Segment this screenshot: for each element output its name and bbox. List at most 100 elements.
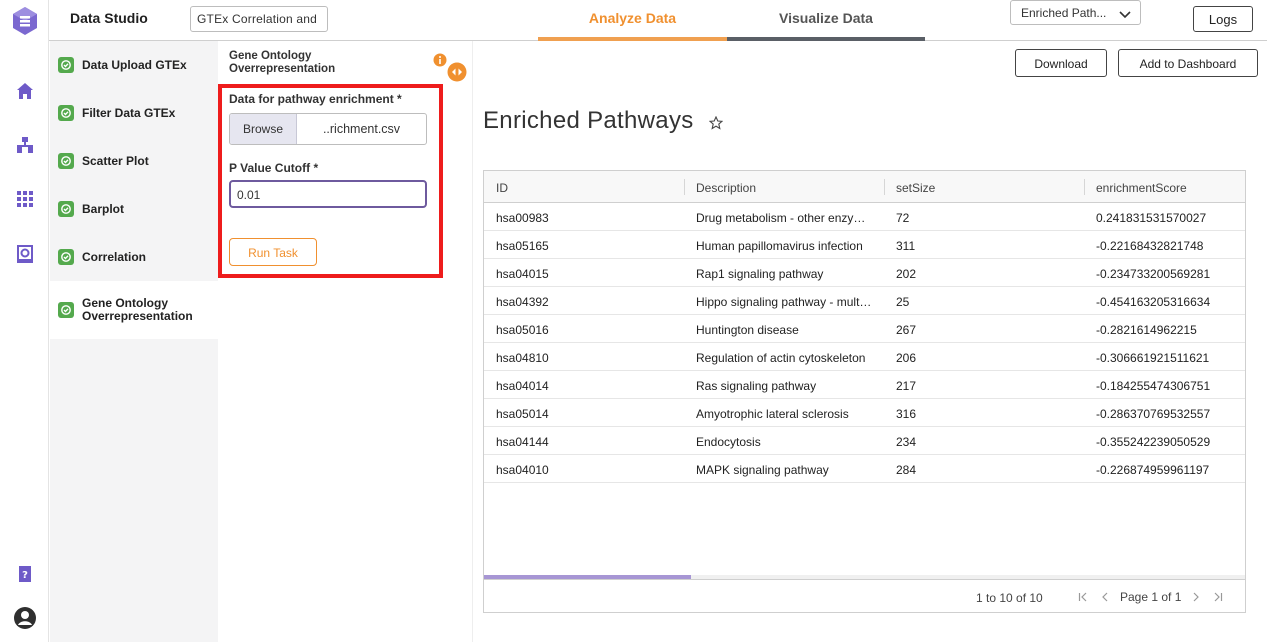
user-icon[interactable] (0, 606, 49, 630)
cell-enrichmentscore: -0.234733200569281 (1096, 267, 1211, 281)
column-header-label: enrichmentScore (1096, 181, 1187, 195)
add-to-dashboard-button[interactable]: Add to Dashboard (1118, 49, 1258, 77)
cell-description: MAPK signaling pathway (696, 463, 829, 477)
step-label: Data Upload GTEx (82, 57, 187, 72)
logo-icon[interactable] (0, 6, 49, 36)
step-item-correlation[interactable]: Correlation (50, 233, 218, 281)
column-header-label: ID (496, 181, 508, 195)
cell-setsize: 206 (896, 351, 917, 365)
cell-description: Regulation of actin cytoskeleton (696, 351, 866, 365)
table-row[interactable]: hsa05014 Amyotrophic lateral sclerosis 316… (484, 399, 1245, 427)
config-panel: Gene Ontology Overrepresentation Data fo… (218, 41, 472, 642)
tab-visualize-data[interactable]: Visualize Data (727, 0, 925, 41)
pagination: Page 1 of 1 (1072, 590, 1229, 604)
cell-id: hsa04015 (496, 267, 549, 281)
logs-button[interactable]: Logs (1193, 6, 1253, 32)
column-header-enrichmentscore[interactable]: enrichmentScore (1084, 171, 1245, 203)
previous-page-icon[interactable] (1094, 592, 1116, 602)
cell-enrichmentscore: -0.184255474306751 (1096, 379, 1211, 393)
app-title: Data Studio (70, 10, 148, 26)
info-icon[interactable] (433, 53, 447, 72)
check-icon (58, 105, 74, 121)
collapse-panel-icon[interactable] (447, 62, 467, 87)
last-page-icon[interactable] (1207, 592, 1229, 602)
cell-description: Endocytosis (696, 435, 761, 449)
cell-enrichmentscore: -0.226874959961197 (1096, 463, 1210, 477)
left-rail: ? (0, 0, 49, 642)
database-icon[interactable] (0, 245, 49, 263)
cell-description: Human papillomavirus infection (696, 239, 863, 253)
step-label: Gene Ontology Overrepresentation (82, 296, 193, 323)
table-row[interactable]: hsa04010 MAPK signaling pathway 284 -0.2268… (484, 455, 1245, 483)
result-select-value: Enriched Path... (1021, 6, 1107, 20)
file-input[interactable]: Browse ..richment.csv (229, 113, 427, 145)
column-header-setsize[interactable]: setSize (884, 171, 1084, 203)
table-row[interactable]: hsa04392 Hippo signaling pathway - multip… (484, 287, 1245, 315)
table-row[interactable]: hsa00983 Drug metabolism - other enzymes 7… (484, 203, 1245, 231)
star-icon[interactable] (708, 115, 724, 135)
step-label: Scatter Plot (82, 153, 149, 168)
cell-id: hsa05016 (496, 323, 549, 337)
table-row[interactable]: hsa05165 Human papillomavirus infection 31… (484, 231, 1245, 259)
cell-description: Ras signaling pathway (696, 379, 817, 393)
help-icon[interactable]: ? (0, 565, 49, 583)
step-label: Barplot (82, 201, 124, 216)
apps-grid-icon[interactable] (0, 190, 49, 208)
column-header-label: setSize (896, 181, 936, 195)
browse-button[interactable]: Browse (230, 114, 297, 144)
check-icon (58, 302, 74, 318)
step-item-gene-ontology[interactable]: Gene Ontology Overrepresentation (50, 281, 218, 339)
project-name-input[interactable]: GTEx Correlation and (190, 6, 328, 32)
cell-setsize: 234 (896, 435, 917, 449)
result-select[interactable]: Enriched Path... (1010, 0, 1141, 25)
table-row[interactable]: hsa04014 Ras signaling pathway 217 -0.18425… (484, 371, 1245, 399)
step-item-data-upload-gtex[interactable]: Data Upload GTEx (50, 41, 218, 89)
table-row[interactable]: hsa04810 Regulation of actin cytoskeleton… (484, 343, 1245, 371)
cell-description: Huntington disease (696, 323, 799, 337)
column-header-description[interactable]: Description (684, 171, 884, 203)
cell-description: Amyotrophic lateral sclerosis (696, 407, 849, 421)
run-task-button[interactable]: Run Task (229, 238, 317, 266)
cell-enrichmentscore: 0.241831531570027 (1096, 211, 1207, 225)
step-item-filter-data-gtex[interactable]: Filter Data GTEx (50, 89, 218, 137)
cell-id: hsa04392 (496, 295, 549, 309)
cell-id: hsa04810 (496, 351, 549, 365)
step-label: Filter Data GTEx (82, 105, 176, 120)
tab-analyze-data[interactable]: Analyze Data (538, 0, 727, 41)
next-page-icon[interactable] (1185, 592, 1207, 602)
chevron-down-icon (1119, 8, 1131, 22)
pvalue-input[interactable]: 0.01 (229, 180, 427, 208)
download-button[interactable]: Download (1015, 49, 1107, 77)
column-header-id[interactable]: ID (484, 171, 684, 203)
svg-text:?: ? (22, 570, 28, 581)
cell-id: hsa05014 (496, 407, 549, 421)
cell-description: Hippo signaling pathway - multiple speci… (696, 295, 884, 309)
check-icon (58, 249, 74, 265)
page-indicator: Page 1 of 1 (1120, 590, 1182, 604)
table-row[interactable]: hsa05016 Huntington disease 267 -0.28216149… (484, 315, 1245, 343)
pvalue-field-label: P Value Cutoff * (229, 161, 319, 175)
top-bar: Data Studio GTEx Correlation and Analyze… (49, 0, 1267, 41)
cell-enrichmentscore: -0.355242239050529 (1096, 435, 1211, 449)
cell-setsize: 202 (896, 267, 917, 281)
first-page-icon[interactable] (1072, 592, 1094, 602)
main-content: Download Add to Dashboard Enriched Pathw… (472, 41, 1267, 642)
file-name: ..richment.csv (322, 122, 401, 136)
table-row[interactable]: hsa04015 Rap1 signaling pathway 202 -0.2347… (484, 259, 1245, 287)
cell-id: hsa04010 (496, 463, 549, 477)
cell-setsize: 267 (896, 323, 917, 337)
step-list: Data Upload GTEx Filter Data GTEx Scatte… (50, 41, 218, 642)
step-item-scatter-plot[interactable]: Scatter Plot (50, 137, 218, 185)
cell-id: hsa05165 (496, 239, 549, 253)
cell-setsize: 316 (896, 407, 917, 421)
cell-id: hsa00983 (496, 211, 549, 225)
cell-setsize: 217 (896, 379, 917, 393)
cell-description: Drug metabolism - other enzymes (696, 211, 877, 225)
home-icon[interactable] (0, 82, 49, 100)
table-row[interactable]: hsa04144 Endocytosis 234 -0.355242239050529 (484, 427, 1245, 455)
workflow-icon[interactable] (0, 136, 49, 154)
step-item-barplot[interactable]: Barplot (50, 185, 218, 233)
cell-description: Rap1 signaling pathway (696, 267, 824, 281)
check-icon (58, 153, 74, 169)
cell-enrichmentscore: -0.454163205316634 (1096, 295, 1211, 309)
